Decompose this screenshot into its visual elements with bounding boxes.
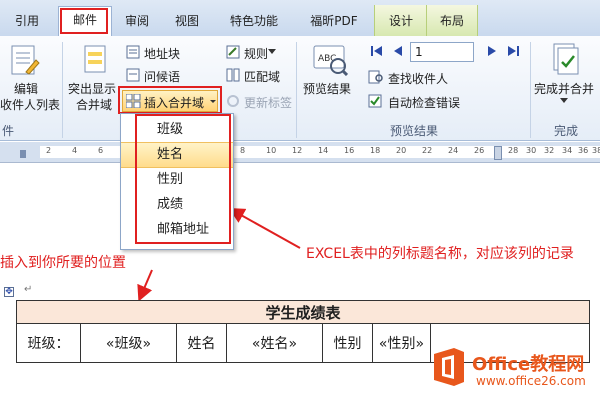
office-logo-icon [434,348,464,386]
arrow-to-dropdown [228,208,301,249]
watermark-url: www.office26.com [476,374,586,388]
table-cell-class-field[interactable]: «班级» [80,323,177,363]
table-cell-class-label[interactable]: 班级： [16,323,81,363]
paragraph-mark-icon: ↵ [24,284,33,295]
table-cell-name-label[interactable]: 姓名 [176,323,227,363]
table-move-handle-icon[interactable]: ✥ [4,287,14,297]
arrow-to-table [137,269,153,302]
highlight-box-dropdown-items [135,114,231,244]
table-title[interactable]: 学生成绩表 [16,300,590,324]
table-cell-gender-label[interactable]: 性别 [322,323,373,363]
table-cell-name-field[interactable]: «姓名» [226,323,323,363]
watermark-brand: Office教程网 [472,354,585,375]
table-cell-gender-field[interactable]: «性别» [372,323,431,363]
